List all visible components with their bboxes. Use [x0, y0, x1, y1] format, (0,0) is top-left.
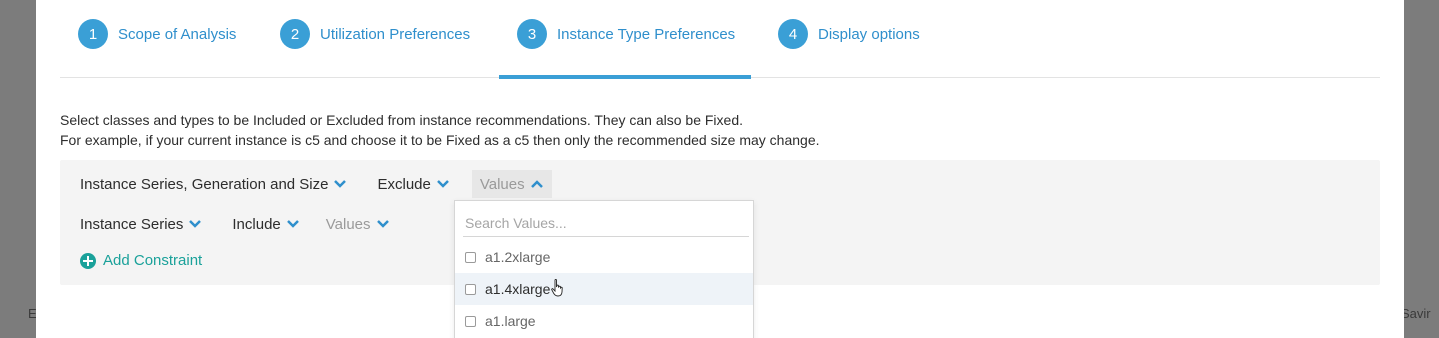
step-label: Instance Type Preferences [557, 25, 736, 43]
add-constraint-button[interactable]: Add Constraint [80, 252, 202, 269]
wizard-stepper: 1 Scope of Analysis 2 Utilization Prefer… [60, 0, 1380, 79]
field-dropdown-label: Instance Series [80, 215, 184, 233]
values-dropdown-label: Values [325, 215, 371, 233]
step-utilization-preferences[interactable]: 2 Utilization Preferences [280, 0, 470, 78]
backdrop-text-right: Savir [1401, 306, 1431, 321]
value-option-label: a1.large [485, 313, 536, 329]
search-values-input[interactable] [463, 209, 749, 237]
step-display-options[interactable]: 4 Display options [778, 0, 920, 78]
value-option-label: a1.4xlarge [485, 281, 551, 297]
step-label: Scope of Analysis [118, 25, 237, 43]
step-number: 1 [78, 19, 108, 49]
constraint-row: Instance Series Include Values [80, 210, 420, 238]
field-dropdown-label: Instance Series, Generation and Size [80, 175, 329, 193]
step-number: 4 [778, 19, 808, 49]
operator-dropdown[interactable]: Exclude [377, 176, 449, 193]
values-dropdown[interactable]: Values [326, 216, 390, 233]
chevron-down-icon [286, 220, 299, 228]
instructions-line-2: For example, if your current instance is… [60, 132, 820, 148]
chevron-down-icon [189, 220, 202, 228]
checkbox-icon[interactable] [465, 283, 476, 295]
values-dropdown-menu: a1.2xlarge a1.4xlarge a1.large [454, 200, 754, 338]
chevron-down-icon [376, 220, 389, 228]
chevron-down-icon [436, 180, 449, 188]
value-option[interactable]: a1.4xlarge [455, 273, 753, 305]
checkbox-icon[interactable] [465, 315, 476, 327]
step-label: Display options [818, 25, 920, 43]
field-dropdown[interactable]: Instance Series [80, 216, 202, 233]
add-constraint-label: Add Constraint [103, 252, 203, 269]
checkbox-icon[interactable] [465, 251, 476, 263]
operator-dropdown-label: Include [232, 215, 281, 233]
step-label: Utilization Preferences [320, 25, 471, 43]
step-instance-type-preferences[interactable]: 3 Instance Type Preferences [499, 0, 752, 79]
operator-dropdown[interactable]: Include [232, 216, 299, 233]
chevron-down-icon [334, 180, 347, 188]
chevron-up-icon [530, 180, 543, 188]
value-option[interactable]: a1.large [455, 305, 753, 337]
values-dropdown-open[interactable]: Values [471, 170, 552, 198]
constraint-row: Instance Series, Generation and Size Exc… [80, 170, 582, 198]
instructions-line-1: Select classes and types to be Included … [60, 112, 743, 128]
value-option-label: a1.2xlarge [485, 249, 551, 265]
field-dropdown[interactable]: Instance Series, Generation and Size [80, 176, 347, 193]
value-option[interactable]: a1.2xlarge [455, 241, 753, 273]
plus-circle-icon [80, 252, 96, 269]
step-number: 3 [517, 19, 547, 49]
step-scope-of-analysis[interactable]: 1 Scope of Analysis [78, 0, 236, 78]
operator-dropdown-label: Exclude [377, 175, 431, 193]
hand-cursor-icon [551, 279, 563, 297]
step-number: 2 [280, 19, 310, 49]
preferences-modal: 1 Scope of Analysis 2 Utilization Prefer… [36, 0, 1404, 338]
values-dropdown-label: Values [479, 175, 525, 193]
instructions: Select classes and types to be Included … [60, 110, 820, 150]
